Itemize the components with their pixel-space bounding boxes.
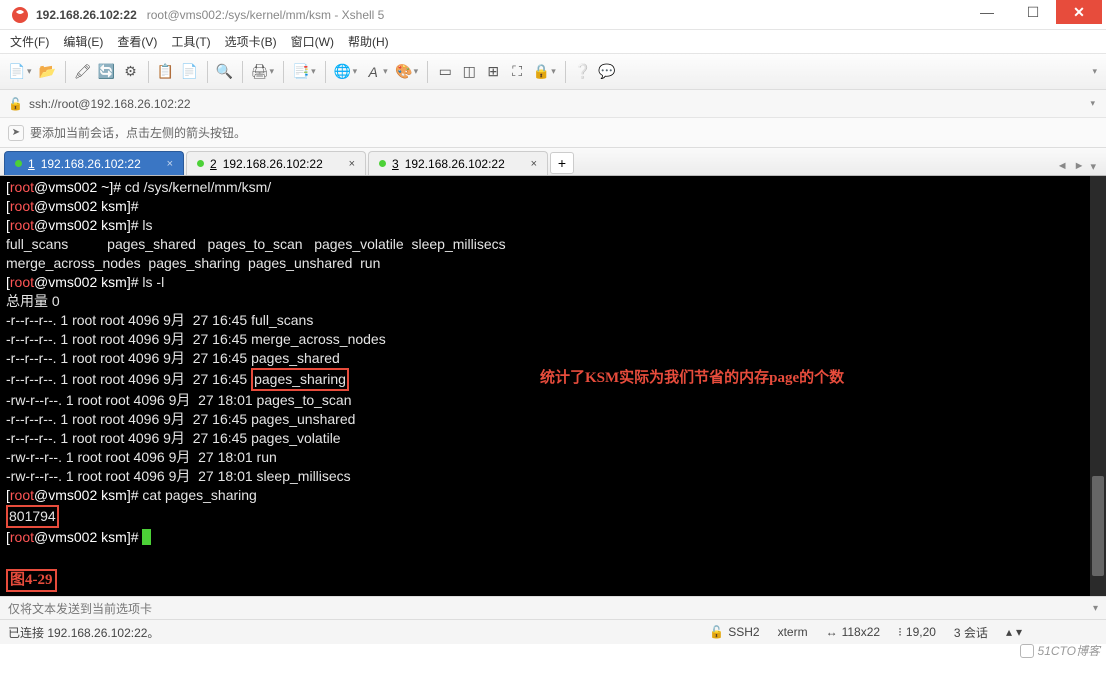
status-proto: SSH2 — [728, 625, 759, 639]
open-folder-icon[interactable]: 📂 — [37, 61, 59, 83]
watermark: 51CTO博客 — [1020, 642, 1100, 659]
menubar: 文件(F) 编辑(E) 查看(V) 工具(T) 选项卡(B) 窗口(W) 帮助(… — [0, 30, 1106, 54]
tab-list-icon[interactable]: ▾ — [1088, 158, 1098, 175]
toolbar-overflow-icon[interactable]: ▾ — [1092, 66, 1097, 77]
send-hint: 仅将文本发送到当前选项卡 — [8, 600, 152, 617]
new-tab-button[interactable]: + — [550, 152, 574, 174]
app-logo-icon — [10, 5, 30, 25]
tab-number: 2 — [210, 157, 217, 171]
lock-icon[interactable]: 🔒 — [530, 61, 552, 83]
up-icon[interactable]: ▴ — [1006, 625, 1012, 639]
terminal[interactable]: [root@vms002 ~]# cd /sys/kernel/mm/ksm/ … — [0, 176, 1106, 596]
status-pos: 19,20 — [906, 625, 936, 639]
titlebar: 192.168.26.102:22 root@vms002:/sys/kerne… — [0, 0, 1106, 30]
menu-tabs[interactable]: 选项卡(B) — [225, 33, 277, 50]
transfer-icon[interactable]: 📑 — [290, 61, 312, 83]
print-icon[interactable]: 🖨 — [249, 61, 271, 83]
tab-close-icon[interactable]: × — [349, 158, 355, 170]
minimize-button[interactable]: — — [964, 0, 1010, 24]
address-url[interactable]: ssh://root@192.168.26.102:22 — [29, 97, 191, 111]
watermark-logo-icon — [1020, 644, 1034, 658]
layout2-icon[interactable]: ◫ — [458, 61, 480, 83]
new-session-icon[interactable]: 📄 — [6, 61, 28, 83]
font-icon[interactable]: A — [362, 61, 384, 83]
status-dot-icon — [15, 160, 22, 167]
fullscreen-icon[interactable]: ⛶ — [506, 61, 528, 83]
help-icon[interactable]: ❔ — [572, 61, 594, 83]
tab-close-icon[interactable]: × — [531, 158, 537, 170]
figure-label: 图4-29 — [6, 569, 57, 592]
color-icon[interactable]: 🎨 — [393, 61, 415, 83]
add-session-arrow-icon[interactable]: ➤ — [8, 125, 24, 141]
tab-label: 192.168.26.102:22 — [223, 157, 323, 171]
session-tab-2[interactable]: 2 192.168.26.102:22 × — [186, 151, 366, 175]
layout3-icon[interactable]: ⊞ — [482, 61, 504, 83]
annotation-text: 统计了KSM实际为我们节省的内存page的个数 — [540, 369, 844, 388]
globe-icon[interactable]: 🌐 — [332, 61, 354, 83]
tab-number: 3 — [392, 157, 399, 171]
tab-number: 1 — [28, 157, 35, 171]
close-button[interactable]: ✕ — [1056, 0, 1102, 24]
search-icon[interactable]: 🔍 — [214, 61, 236, 83]
tab-close-icon[interactable]: × — [167, 158, 173, 170]
tab-label: 192.168.26.102:22 — [41, 157, 141, 171]
send-bar[interactable]: 仅将文本发送到当前选项卡 ▾ — [0, 596, 1106, 620]
menu-help[interactable]: 帮助(H) — [348, 33, 389, 50]
paste-icon[interactable]: 📄 — [179, 61, 201, 83]
menu-file[interactable]: 文件(F) — [10, 33, 49, 50]
info-hint: 要添加当前会话，点击左侧的箭头按钮。 — [30, 124, 246, 141]
tab-bar: 1192.168.26.102:22×2192.168.26.102:22×31… — [0, 148, 1106, 176]
terminal-scrollbar[interactable] — [1090, 176, 1106, 596]
menu-tools[interactable]: 工具(T) — [171, 33, 210, 50]
menu-window[interactable]: 窗口(W) — [291, 33, 334, 50]
maximize-button[interactable]: ☐ — [1010, 0, 1056, 24]
properties-icon[interactable]: ⚙ — [120, 61, 142, 83]
comment-icon[interactable]: 💬 — [596, 61, 618, 83]
status-dot-icon — [197, 160, 204, 167]
status-bar: 已连接 192.168.26.102:22。 🔓 SSH2 xterm ↔ 118x… — [0, 620, 1106, 644]
info-bar: ➤ 要添加当前会话，点击左侧的箭头按钮。 — [0, 118, 1106, 148]
status-term: xterm — [778, 625, 808, 639]
ssh-lock-icon: 🔓 — [8, 97, 23, 111]
session-tab-3[interactable]: 3 192.168.26.102:22 × — [368, 151, 548, 175]
pos-icon: ⁝ — [898, 625, 902, 639]
highlight-icon[interactable]: 🖍 — [72, 61, 94, 83]
reconnect-icon[interactable]: 🔄 — [96, 61, 118, 83]
status-connection: 已连接 192.168.26.102:22。 — [8, 624, 691, 641]
toolbar: 📄▾ 📂 🖍 🔄 ⚙ 📋 📄 🔍 🖨▾ 📑▾ 🌐▾ A▾ 🎨▾ ▭ ◫ ⊞ ⛶ … — [0, 54, 1106, 90]
status-sessions: 3 会话 — [954, 624, 988, 641]
window-subtitle: root@vms002:/sys/kernel/mm/ksm - Xshell … — [147, 8, 964, 22]
address-dropdown-icon[interactable]: ▾ — [1090, 98, 1095, 109]
status-dot-icon — [379, 160, 386, 167]
tab-prev-icon[interactable]: ◄ — [1055, 158, 1070, 175]
copy-icon[interactable]: 📋 — [155, 61, 177, 83]
send-dropdown-icon[interactable]: ▾ — [1093, 603, 1098, 614]
tab-label: 192.168.26.102:22 — [405, 157, 505, 171]
address-bar: 🔓 ssh://root@192.168.26.102:22 ▾ — [0, 90, 1106, 118]
layout1-icon[interactable]: ▭ — [434, 61, 456, 83]
menu-edit[interactable]: 编辑(E) — [63, 33, 103, 50]
tab-next-icon[interactable]: ► — [1072, 158, 1087, 175]
lock-small-icon: 🔓 — [709, 625, 724, 639]
down-icon[interactable]: ▾ — [1016, 625, 1022, 639]
watermark-text: 51CTO博客 — [1038, 642, 1100, 659]
status-size: 118x22 — [842, 625, 880, 639]
window-host: 192.168.26.102:22 — [36, 8, 137, 22]
size-icon: ↔ — [826, 625, 838, 639]
session-tab-1[interactable]: 1 192.168.26.102:22 × — [4, 151, 184, 175]
menu-view[interactable]: 查看(V) — [117, 33, 157, 50]
